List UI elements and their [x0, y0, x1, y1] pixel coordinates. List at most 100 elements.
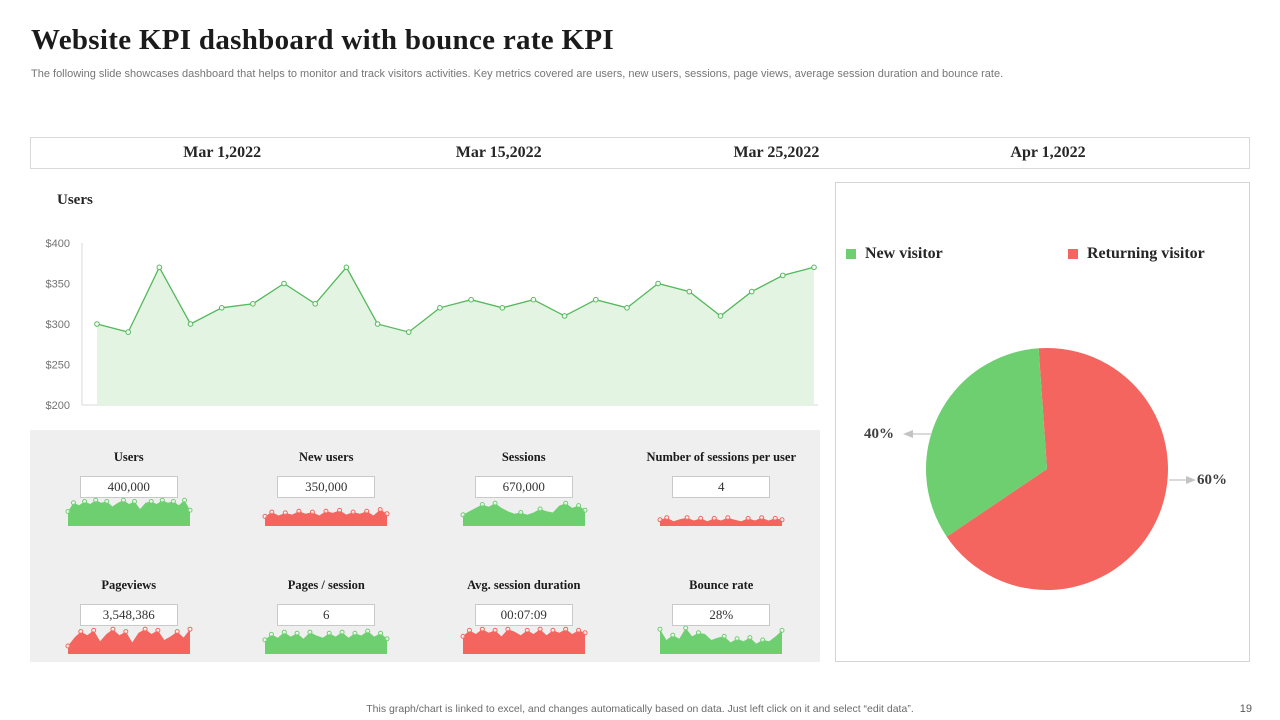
sparkline-marker [563, 627, 567, 631]
sparkline-marker [311, 510, 315, 514]
data-point-marker [157, 265, 162, 270]
date-label: Apr 1,2022 [1010, 138, 1085, 168]
sparkline-marker [665, 516, 669, 520]
data-point-marker [469, 297, 474, 302]
data-point-marker [718, 314, 723, 319]
sparkline-marker [124, 630, 128, 634]
sparkline-marker [188, 508, 192, 512]
sparkline-marker [111, 627, 115, 631]
sparkline-marker [726, 516, 730, 520]
sparkline-marker [171, 500, 175, 504]
sparkline-marker [263, 514, 267, 518]
kpi-tile-bounce-rate: Bounce rate 28% [623, 558, 821, 656]
legend-item-returning-visitor: Returning visitor [1068, 245, 1205, 263]
sparkline-marker [780, 518, 784, 522]
data-point-marker [219, 306, 224, 311]
sparkline-area [265, 631, 387, 654]
sparkline-marker [761, 638, 765, 642]
date-label: Mar 25,2022 [733, 138, 819, 168]
sparkline-area [68, 629, 190, 654]
sparkline-marker [121, 498, 125, 502]
sparkline-marker [308, 630, 312, 634]
legend-label: New visitor [865, 245, 943, 263]
kpi-value-box: 350,000 [277, 476, 375, 498]
sparkline-marker [551, 628, 555, 632]
sparkline-marker [493, 501, 497, 505]
sparkline-marker [71, 501, 75, 505]
sparkline-marker [538, 507, 542, 511]
kpi-sparkline[interactable] [460, 499, 588, 528]
kpi-sparkline[interactable] [262, 505, 390, 528]
sparkline-marker [780, 628, 784, 632]
data-point-marker [282, 281, 287, 286]
sparkline-marker [188, 627, 192, 631]
sparkline-marker [297, 509, 301, 513]
kpi-label: Users [114, 450, 144, 464]
sparkline-marker [378, 508, 382, 512]
kpi-tile-new-users: New users 350,000 [228, 430, 426, 528]
sparkline-marker [467, 628, 471, 632]
sparkline-marker [480, 503, 484, 507]
sparkline-marker [385, 637, 389, 641]
sparkline-marker [143, 627, 147, 631]
sparkline-marker [722, 634, 726, 638]
y-axis-tick: $200 [46, 400, 70, 410]
sparkline-marker [576, 628, 580, 632]
sparkline-marker [351, 510, 355, 514]
kpi-tile-users: Users 400,000 [30, 430, 228, 528]
data-point-marker [188, 322, 193, 327]
kpi-label: Pageviews [101, 578, 156, 592]
sparkline-marker [175, 630, 179, 634]
data-point-marker [95, 322, 100, 327]
data-point-marker [126, 330, 131, 335]
sparkline-marker [583, 508, 587, 512]
kpi-sparkline[interactable] [657, 515, 785, 528]
page-subtitle: The following slide showcases dashboard … [31, 68, 1003, 80]
date-label: Mar 15,2022 [456, 138, 542, 168]
kpi-value-box: 400,000 [80, 476, 178, 498]
sparkline-marker [365, 509, 369, 513]
data-point-marker [313, 302, 318, 307]
sparkline-area [463, 629, 585, 654]
sparkline-marker [538, 627, 542, 631]
sparkline-marker [270, 632, 274, 636]
kpi-sparkline[interactable] [657, 626, 785, 656]
legend-swatch-red [1068, 249, 1078, 259]
data-point-marker [531, 297, 536, 302]
sparkline-marker [697, 631, 701, 635]
sparkline-marker [327, 631, 331, 635]
kpi-label: Number of sessions per user [646, 450, 796, 464]
sparkline-marker [93, 498, 97, 502]
sparkline-marker [263, 638, 267, 642]
y-axis-tick: $350 [46, 279, 70, 291]
sparkline-marker [91, 628, 95, 632]
kpi-sparkline[interactable] [262, 628, 390, 656]
sparkline-marker [760, 516, 764, 520]
users-area-chart[interactable]: $400$350$300$250$200 [30, 235, 820, 410]
kpi-panel: Users 400,000 New users 350,000 Sessions… [30, 430, 820, 662]
kpi-sparkline[interactable] [460, 626, 588, 656]
kpi-sparkline[interactable] [65, 497, 193, 528]
data-point-marker [375, 322, 380, 327]
sparkline-marker [340, 630, 344, 634]
sparkline-marker [671, 633, 675, 637]
sparkline-marker [324, 509, 328, 513]
pie-slice-label-60: 60% [1184, 472, 1240, 489]
sparkline-marker [353, 631, 357, 635]
kpi-sparkline[interactable] [65, 626, 193, 656]
data-point-marker [251, 302, 256, 307]
sparkline-marker [105, 500, 109, 504]
data-point-marker [625, 306, 630, 311]
kpi-value-box: 28% [672, 604, 770, 626]
sparkline-marker [66, 644, 70, 648]
date-range-bar: Mar 1,2022 Mar 15,2022 Mar 25,2022 Apr 1… [30, 137, 1250, 169]
sparkline-marker [658, 627, 662, 631]
data-point-marker [687, 289, 692, 294]
sparkline-marker [283, 630, 287, 634]
data-point-marker [500, 306, 505, 311]
sparkline-marker [82, 500, 86, 504]
visitor-pie-panel: New visitor Returning visitor 40% 60% [835, 182, 1250, 662]
pie-slice-label-40: 40% [851, 426, 907, 443]
kpi-label: Avg. session duration [467, 578, 580, 592]
data-point-marker [812, 265, 817, 270]
